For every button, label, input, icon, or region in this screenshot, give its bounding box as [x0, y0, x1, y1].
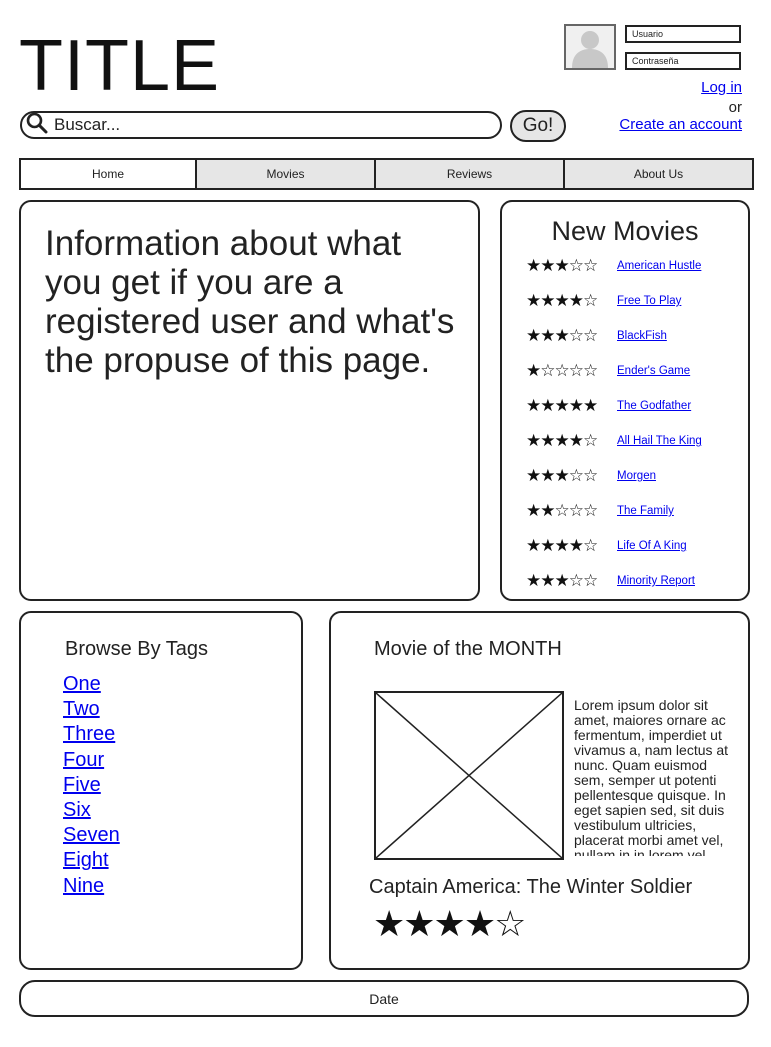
star-rating: ★★☆☆☆ — [526, 501, 598, 520]
new-movies-title: New Movies — [551, 216, 699, 246]
star-rating: ★☆☆☆☆ — [526, 361, 598, 380]
info-text: Information about what you get if you ar… — [45, 224, 455, 380]
tag-item: Eight — [63, 848, 120, 873]
tag-link[interactable]: Six — [63, 798, 120, 823]
new-movie-link[interactable]: Life Of A King — [617, 540, 687, 552]
tag-item: Five — [63, 773, 120, 798]
star-rating: ★★★★☆ — [526, 431, 598, 450]
create-account-link[interactable]: Create an account — [619, 116, 742, 133]
image-placeholder-icon[interactable] — [374, 691, 564, 860]
tags-list: One Two Three Four Five Six Seven Eight Nine — [63, 672, 120, 899]
tag-link[interactable]: Three — [63, 722, 120, 747]
new-movie-row: ★★★★☆ All Hail The King — [526, 431, 702, 451]
new-movie-link[interactable]: The Godfather — [617, 400, 691, 412]
new-movie-link[interactable]: All Hail The King — [617, 435, 702, 447]
tag-item: One — [63, 672, 120, 697]
tag-link[interactable]: Four — [63, 748, 120, 773]
tag-item: Four — [63, 748, 120, 773]
star-rating: ★★★☆☆ — [526, 326, 598, 345]
movie-of-month-description: Lorem ipsum dolor sit amet, maiores orna… — [574, 698, 729, 856]
site-title: TITLE — [19, 26, 221, 106]
tab-about-us[interactable]: About Us — [563, 160, 752, 188]
tab-home[interactable]: Home — [21, 160, 195, 188]
star-rating: ★★★★☆ — [526, 536, 598, 555]
new-movie-row: ★★☆☆☆ The Family — [526, 501, 674, 521]
search-go-button[interactable]: Go! — [510, 110, 566, 142]
new-movies-panel: New Movies ★★★☆☆ American Hustle ★★★★☆ Free… — [500, 200, 750, 601]
username-field[interactable] — [625, 25, 741, 43]
or-text: or — [728, 99, 742, 116]
tag-link[interactable]: One — [63, 672, 120, 697]
new-movie-link[interactable]: The Family — [617, 505, 674, 517]
movie-of-month-movie-title[interactable]: Captain America: The Winter Soldier — [369, 876, 692, 899]
new-movie-row: ★★★★★ The Godfather — [526, 396, 691, 416]
new-movie-row: ★★★☆☆ BlackFish — [526, 326, 667, 346]
new-movie-row: ★★★☆☆ Morgen — [526, 466, 656, 486]
tags-title: Browse By Tags — [65, 638, 209, 660]
tag-link[interactable]: Seven — [63, 823, 120, 848]
new-movie-row: ★★★☆☆ American Hustle — [526, 256, 701, 276]
star-rating: ★★★☆☆ — [526, 571, 598, 590]
tag-link[interactable]: Eight — [63, 848, 120, 873]
new-movie-link[interactable]: American Hustle — [617, 260, 701, 272]
main-navigation: Home Movies Reviews About Us — [19, 158, 754, 190]
new-movie-row: ★★★★☆ Life Of A King — [526, 536, 687, 556]
search-input[interactable] — [54, 115, 474, 135]
search-bar[interactable] — [20, 111, 502, 139]
new-movie-row: ★★★☆☆ Minority Report — [526, 571, 695, 591]
search-icon[interactable] — [26, 112, 48, 139]
tag-item: Two — [63, 697, 120, 722]
new-movie-link[interactable]: Morgen — [617, 470, 656, 482]
login-link[interactable]: Log in — [701, 79, 742, 96]
tag-item: Three — [63, 722, 120, 747]
new-movie-link[interactable]: Minority Report — [617, 575, 695, 587]
tag-item: Nine — [63, 874, 120, 899]
password-field[interactable] — [625, 52, 741, 70]
star-rating: ★★★☆☆ — [526, 466, 598, 485]
new-movie-row: ★★★★☆ Free To Play — [526, 291, 681, 311]
tag-link[interactable]: Two — [63, 697, 120, 722]
tags-panel: Browse By Tags One Two Three Four Five Six Sev… — [19, 611, 303, 970]
tab-reviews[interactable]: Reviews — [374, 160, 563, 188]
movie-of-month-title: Movie of the MONTH — [374, 638, 562, 660]
user-avatar-icon — [564, 24, 616, 70]
movie-of-month-rating: ★★★★☆ — [373, 903, 526, 944]
tag-link[interactable]: Nine — [63, 874, 120, 899]
new-movie-link[interactable]: Ender's Game — [617, 365, 690, 377]
movie-of-month-panel: Movie of the MONTH Lorem ipsum dolor sit… — [329, 611, 750, 970]
star-rating: ★★★☆☆ — [526, 256, 598, 275]
info-panel: Information about what you get if you ar… — [19, 200, 480, 601]
new-movie-link[interactable]: Free To Play — [617, 295, 681, 307]
star-rating: ★★★★☆ — [526, 291, 598, 310]
tag-link[interactable]: Five — [63, 773, 120, 798]
new-movie-row: ★☆☆☆☆ Ender's Game — [526, 361, 690, 381]
footer-date: Date — [19, 980, 749, 1017]
tab-movies[interactable]: Movies — [195, 160, 374, 188]
star-rating: ★★★★★ — [526, 396, 598, 415]
tag-item: Six — [63, 798, 120, 823]
tag-item: Seven — [63, 823, 120, 848]
new-movie-link[interactable]: BlackFish — [617, 330, 667, 342]
